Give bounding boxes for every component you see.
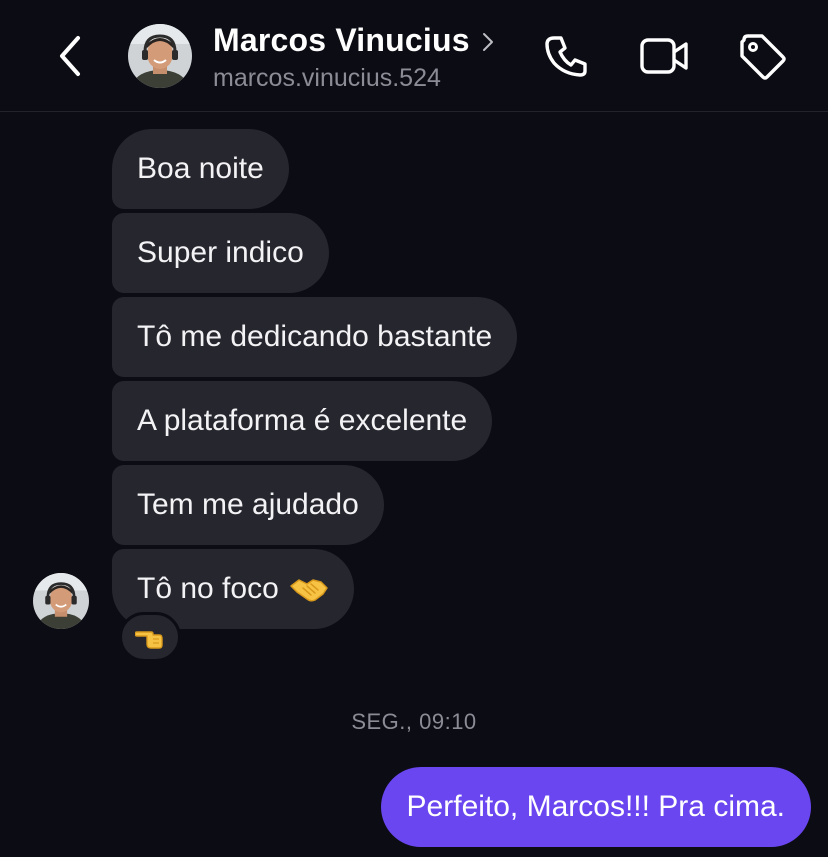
- sender-avatar[interactable]: [33, 573, 89, 629]
- contact-name: Marcos Vinucius: [213, 22, 470, 58]
- message-text: Tô no foco: [137, 572, 279, 605]
- message-text: Tô me dedicando bastante: [137, 320, 493, 353]
- contact-username: marcos.vinucius.524: [213, 64, 441, 92]
- incoming-message[interactable]: Boa noite: [112, 129, 289, 209]
- message-timestamp: SEG., 09:10: [351, 709, 477, 734]
- video-call-button[interactable]: [638, 30, 690, 82]
- contact-profile-link[interactable]: Marcos Vinucius: [213, 22, 496, 59]
- pointing-hand-emoji: [135, 631, 163, 649]
- incoming-message[interactable]: Tem me ajudado: [112, 465, 384, 545]
- contact-avatar[interactable]: [128, 24, 192, 88]
- tag-button[interactable]: [736, 30, 788, 82]
- message-text: A plataforma é excelente: [137, 404, 468, 437]
- chevron-right-icon: [482, 32, 493, 51]
- message-text: Boa noite: [137, 152, 264, 185]
- message-text: Super indico: [137, 236, 304, 269]
- chat-header: Marcos Vinucius marcos.vinucius.524: [0, 0, 828, 112]
- incoming-message[interactable]: Tô me dedicando bastante: [112, 297, 518, 377]
- incoming-message[interactable]: A plataforma é excelente: [112, 381, 493, 461]
- avatar-photo: [128, 24, 192, 88]
- chevron-left-icon: [60, 36, 80, 76]
- message-text: Tem me ajudado: [137, 488, 359, 521]
- outgoing-message[interactable]: Perfeito, Marcos!!! Pra cima.: [380, 767, 811, 847]
- dm-chat-screen: Marcos Vinucius marcos.vinucius.524 Boa …: [0, 0, 828, 857]
- back-button[interactable]: [50, 34, 94, 78]
- audio-call-button[interactable]: [540, 30, 592, 82]
- tag-icon: [740, 34, 786, 80]
- phone-icon: [545, 36, 587, 77]
- avatar-photo: [33, 573, 89, 629]
- message-reaction[interactable]: [119, 612, 181, 662]
- video-camera-icon: [640, 38, 688, 74]
- message-text: Perfeito, Marcos!!! Pra cima.: [406, 790, 785, 823]
- handshake-emoji: [290, 579, 328, 602]
- incoming-message[interactable]: Super indico: [112, 213, 329, 293]
